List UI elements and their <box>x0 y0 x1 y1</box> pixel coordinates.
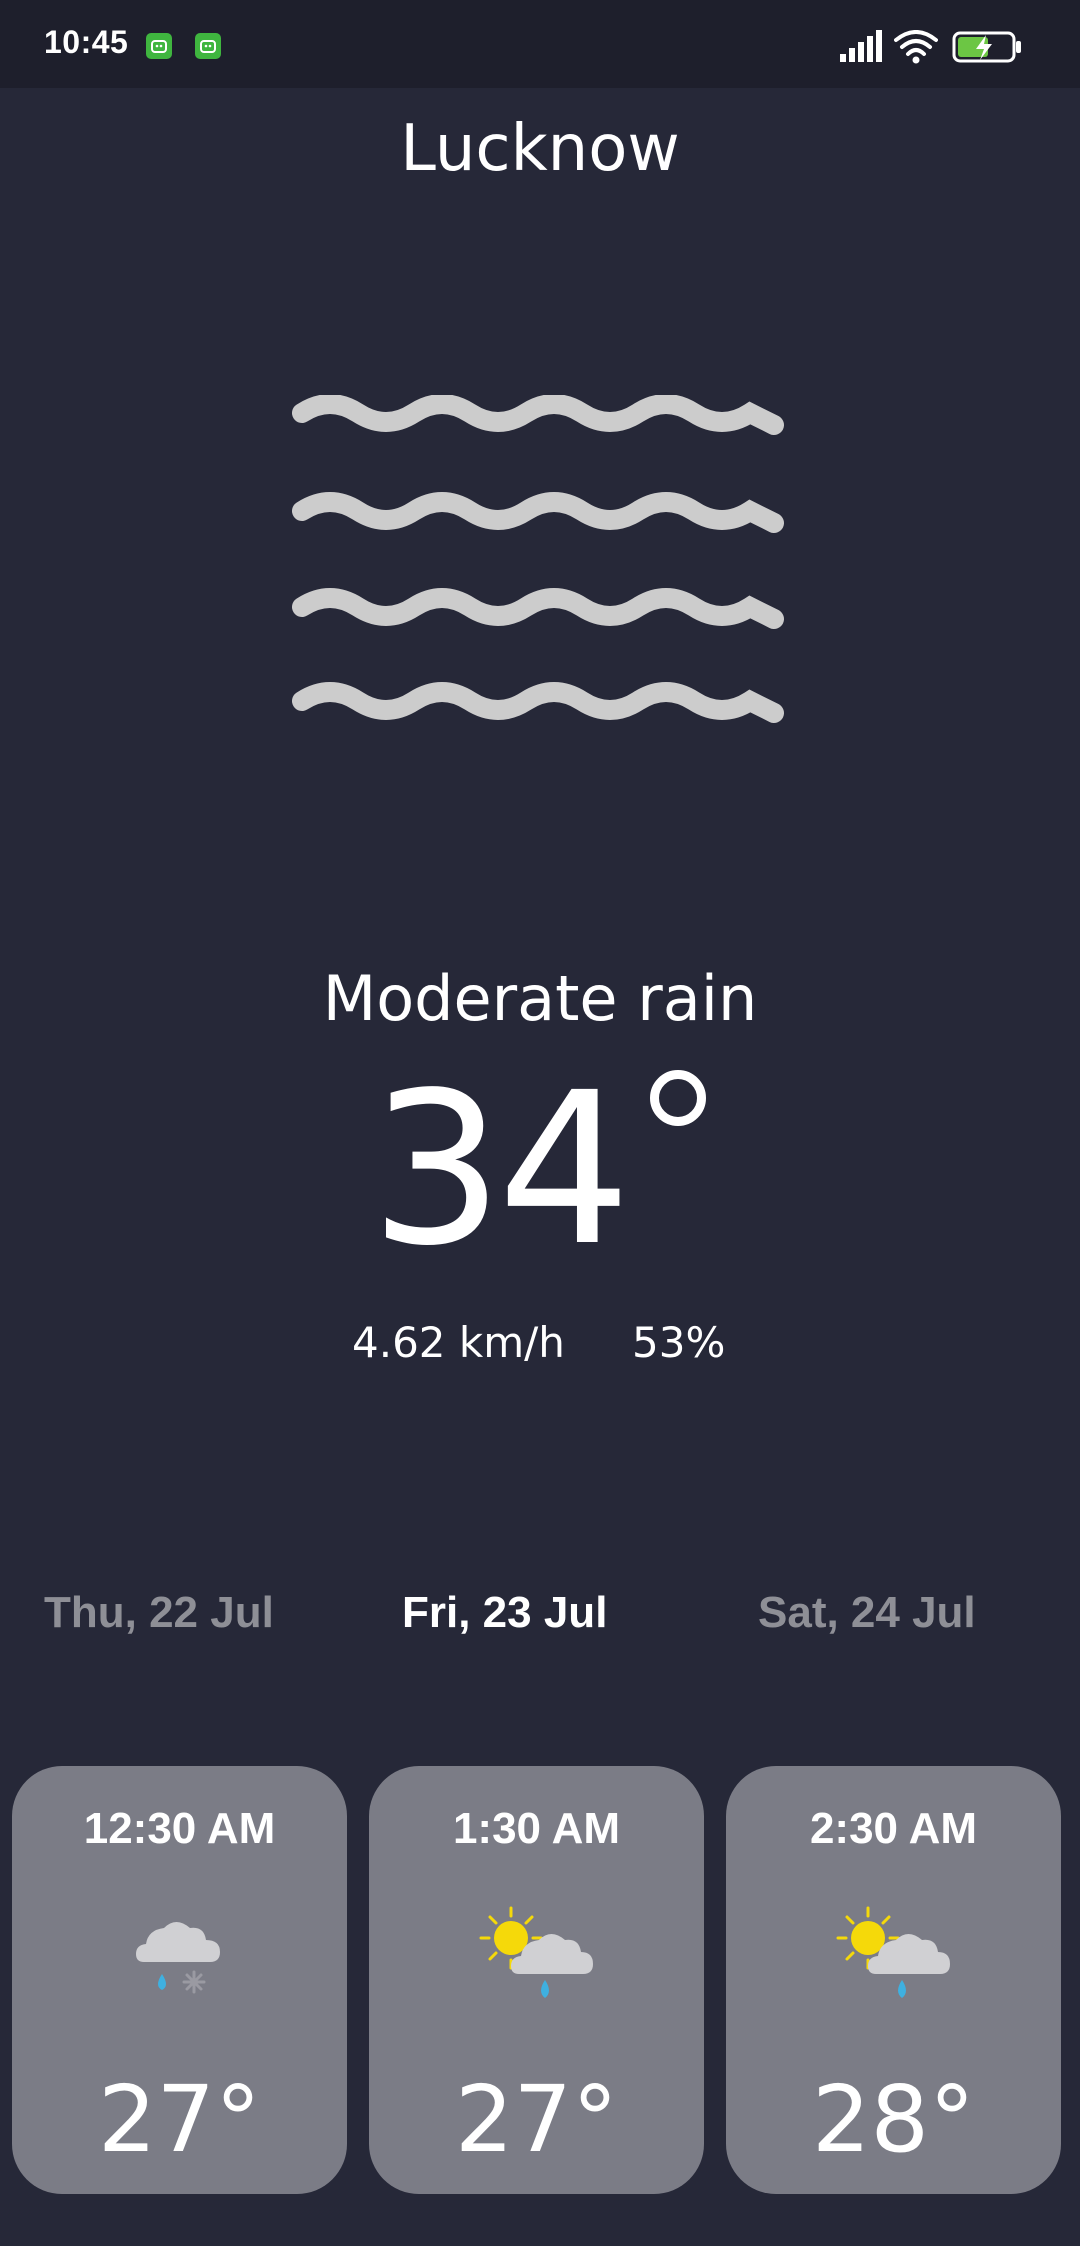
city-name: Lucknow <box>400 112 680 186</box>
current-temperature: 34 <box>370 1060 710 1280</box>
battery-charging-icon <box>952 31 1021 63</box>
humidity: 53% <box>632 1318 726 1367</box>
weather-condition: Moderate rain <box>322 962 758 1035</box>
wind-speed: 4.62 km/h <box>352 1318 565 1367</box>
signal-icon <box>840 30 882 62</box>
hour-time: 2:30 AM <box>809 1804 978 1853</box>
day-tab-thu[interactable]: Thu, 22 Jul <box>44 1588 274 1638</box>
hour-temperature: 27° <box>97 2066 262 2173</box>
hourly-card[interactable]: 12:30 AM 27° <box>12 1766 347 2194</box>
hour-temperature: 28° <box>811 2066 976 2173</box>
wifi-icon <box>894 30 938 64</box>
degree-symbol <box>650 1070 706 1126</box>
day-tab-sat[interactable]: Sat, 24 Jul <box>758 1588 976 1638</box>
hour-time: 1:30 AM <box>452 1804 621 1853</box>
partly-cloudy-rain-icon <box>836 1906 950 1998</box>
hour-temperature: 27° <box>454 2066 619 2173</box>
mist-icon <box>292 395 784 723</box>
status-time: 10:45 <box>44 24 129 60</box>
hourly-card[interactable]: 1:30 AM 27° <box>369 1766 704 2194</box>
app-notification-icon <box>195 33 221 59</box>
hourly-card[interactable]: 2:30 AM 28° <box>726 1766 1061 2194</box>
system-icons <box>840 0 1080 88</box>
day-tab-fri[interactable]: Fri, 23 Jul <box>402 1588 607 1638</box>
app-notification-icon <box>146 33 172 59</box>
partly-cloudy-rain-icon <box>479 1906 593 1998</box>
sleet-icon <box>136 1922 220 1994</box>
status-bar: 10:45 <box>0 0 1080 88</box>
hour-time: 12:30 AM <box>83 1804 276 1853</box>
temperature-value: 34 <box>370 1047 631 1292</box>
